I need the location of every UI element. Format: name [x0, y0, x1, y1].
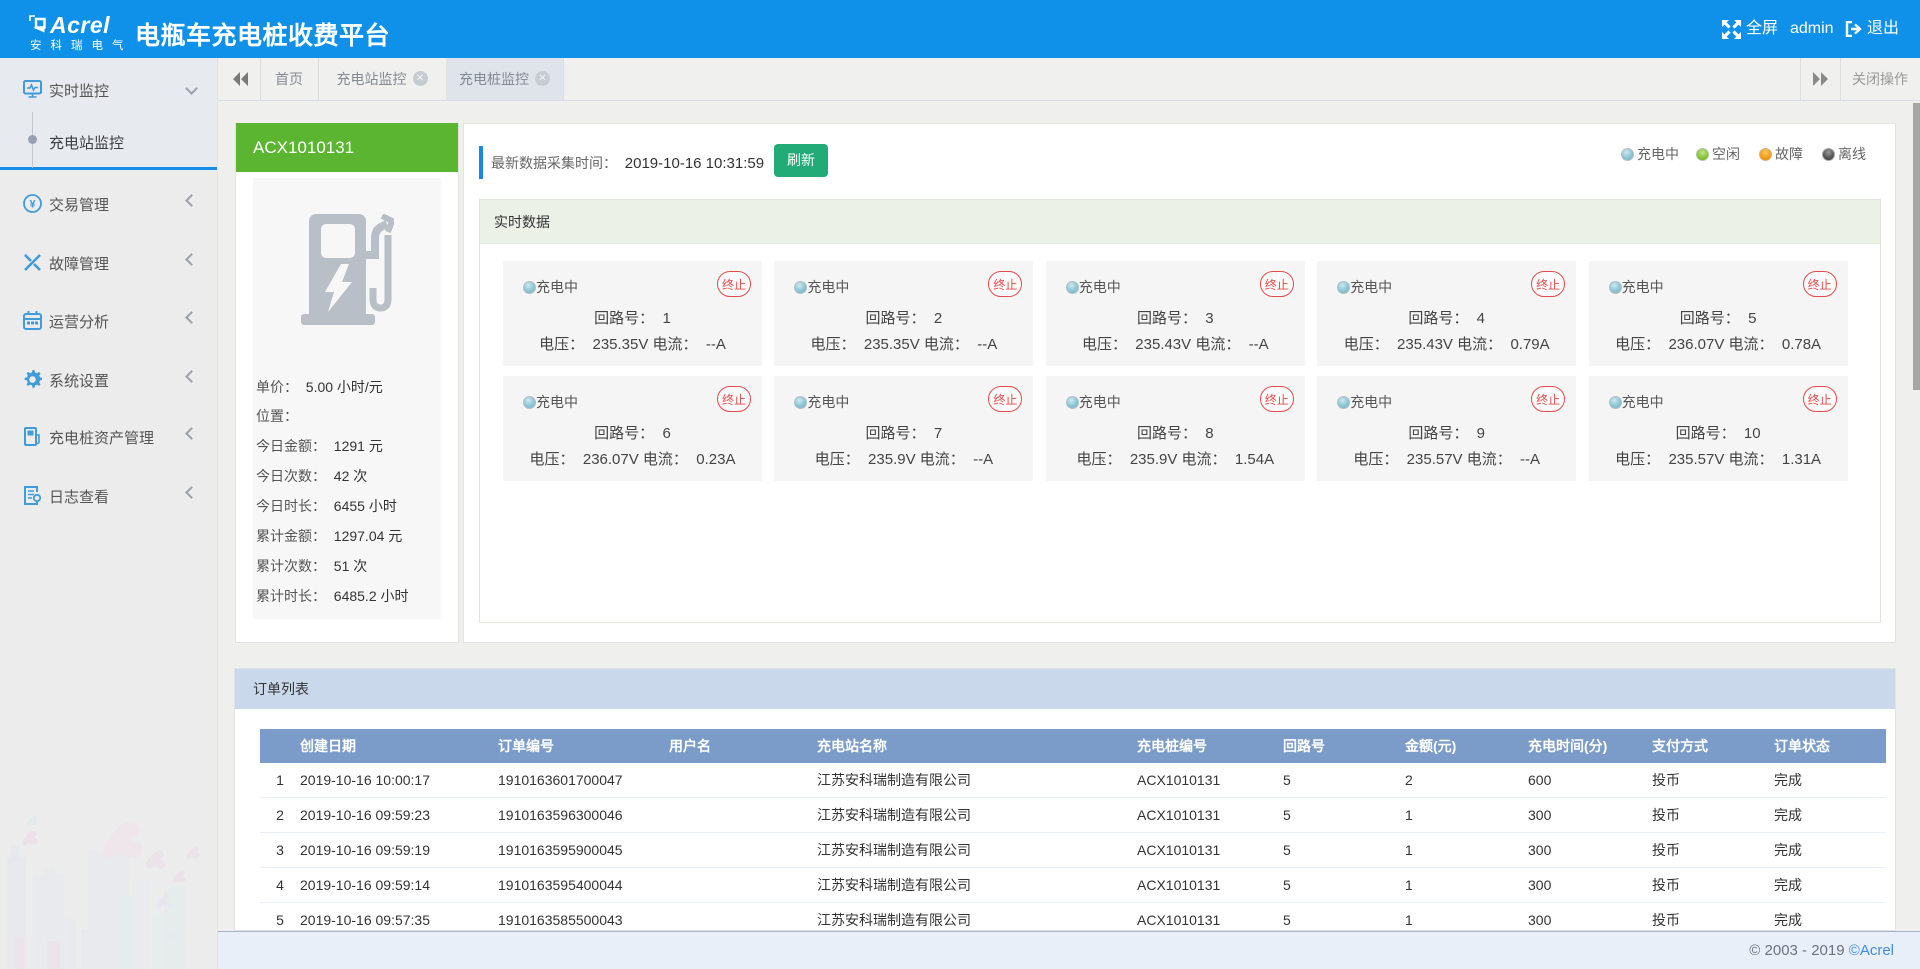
svg-text:¥: ¥ — [29, 199, 36, 211]
